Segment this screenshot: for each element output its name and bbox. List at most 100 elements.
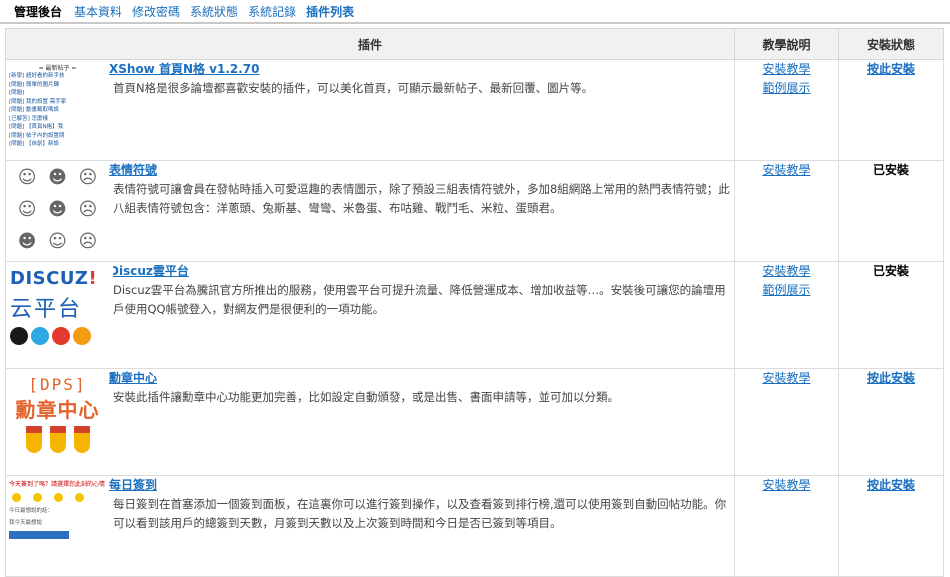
plugin-info: 勳章中心 安裝此插件讓勳章中心功能更加完善，比如設定自動頒發，或是出售、書面申請… (107, 368, 736, 476)
demo-link[interactable]: 範例展示 (735, 79, 838, 98)
signin-line: 今日最想說的話： (9, 508, 54, 514)
plugin-thumbnail: 今天簽到了嗎？請選擇您此刻的心情 今日最想說的話： 我今天最想說 (5, 475, 109, 577)
installed-status: 已安裝 (873, 163, 910, 177)
header-tutorial: 教學說明 (734, 28, 840, 60)
install-tutorial-link[interactable]: 安裝教學 (735, 476, 838, 495)
nav-plugin-list[interactable]: 插件列表 (306, 3, 354, 20)
plugin-description: 每日簽到在首塞添加一個簽到面板，在這裏你可以進行簽到操作，以及查看簽到排行榜,還… (113, 497, 727, 530)
daily-signin-preview: 今天簽到了嗎？請選擇您此刻的心情 今日最想說的話： 我今天最想說 (6, 476, 109, 576)
install-tutorial-link[interactable]: 安裝教學 (735, 262, 838, 281)
nav-basic-info[interactable]: 基本資料 (74, 3, 122, 20)
header-plugin: 插件 (4, 28, 736, 60)
emoticon-icon: ☺ (17, 167, 37, 188)
qq-icon (10, 327, 28, 345)
emoticon-icon: ☹ (78, 167, 98, 188)
medal-icon (25, 426, 42, 453)
plugin-description: 首頁N格是很多論壇都喜歡安裝的插件，可以美化首頁，可顯示最新帖子、最新回覆、圖片… (113, 81, 594, 95)
mood-icon (12, 493, 21, 502)
medal-center-logo: [DPS] 勳章中心 (6, 369, 109, 475)
header-install-status: 安裝狀態 (838, 28, 945, 60)
preview-row: [問題] 帖子內的設置問 (9, 132, 65, 139)
cloud-service-icon (52, 327, 70, 345)
emoticon-icon: ☻ (48, 199, 67, 220)
nav-system-log[interactable]: 系統記錄 (248, 3, 296, 20)
plugin-row: = 最新帖子 = [新學] 超好看的新手技 [問題] 簡單的圖片轉 [問題] [… (5, 59, 945, 161)
table-header-row: 插件 教學說明 安裝狀態 (4, 28, 945, 60)
emoticon-icon: ☺ (17, 199, 37, 220)
weibo-icon (31, 327, 49, 345)
demo-link[interactable]: 範例展示 (735, 281, 838, 300)
discuz-logo-text: DISCUZ! (10, 268, 113, 289)
plugin-row: 今天簽到了嗎？請選擇您此刻的心情 今日最想說的話： 我今天最想說 每日簽到 每日… (5, 475, 945, 577)
status-cell: 按此安裝 (838, 59, 945, 161)
signin-line: 我今天最想說 (9, 520, 43, 526)
plugin-thumbnail: ☺ ☻ ☹ ☺ ☻ ☹ ☻ ☺ ☹ (5, 160, 109, 262)
tutorial-cell: 安裝教學 (734, 160, 840, 262)
install-button[interactable]: 按此安裝 (867, 478, 915, 492)
plugin-name-link[interactable]: XShow 首頁N格 v1.2.70 (109, 60, 260, 77)
tutorial-cell: 安裝教學 範例展示 (734, 261, 840, 369)
discuz-cloud-logo: DISCUZ! 云平台 (6, 262, 113, 368)
tutorial-cell: 安裝教學 (734, 475, 840, 577)
medal-center-text: 勳章中心 (15, 398, 100, 422)
medal-icon (49, 426, 66, 453)
emoticon-icon: ☻ (17, 231, 37, 252)
plugin-info: 表情符號 表情符號可讓會員在發帖時插入可愛逗趣的表情圖示，除了預設三組表情符號外… (107, 160, 736, 262)
manyou-icon (73, 327, 91, 345)
plugin-name-link[interactable]: 勳章中心 (109, 369, 157, 386)
plugin-description: Discuz雲平台為騰訊官方所推出的服務，使用雲平台可提升流量、降低營運成本、增… (113, 283, 726, 316)
plugin-thumbnail: [DPS] 勳章中心 (5, 368, 109, 476)
plugin-description: 安裝此插件讓勳章中心功能更加完善，比如設定自動頒發，或是出售、書面申請等，並可加… (113, 390, 619, 404)
plugin-name-link[interactable]: 表情符號 (109, 161, 157, 178)
preview-row: [問題] 動畫截取嗎設 (9, 107, 60, 113)
admin-brand: 管理後台 (14, 4, 63, 19)
mood-icon (75, 493, 84, 502)
preview-row: [問題] 簡單的圖片轉 (9, 81, 60, 88)
logo-bang: ! (88, 268, 98, 289)
preview-row: [問題] 我的設置 需手家 (9, 98, 67, 105)
plugin-thumbnail: = 最新帖子 = [新學] 超好看的新手技 [問題] 簡單的圖片轉 [問題] [… (5, 59, 109, 161)
logo-main: DISCUZ (10, 268, 89, 289)
plugin-name-link[interactable]: 每日簽到 (109, 476, 157, 493)
top-navigation: 管理後台 基本資料 修改密碼 系統狀態 系統記錄 插件列表 (0, 0, 950, 24)
status-cell: 已安裝 (838, 160, 945, 262)
emoticon-icon: ☺ (48, 231, 67, 252)
plugin-info: XShow 首頁N格 v1.2.70 首頁N格是很多論壇都喜歡安裝的插件，可以美… (107, 59, 736, 161)
mood-icon (33, 493, 42, 502)
xshow-preview-image: = 最新帖子 = [新學] 超好看的新手技 [問題] 簡單的圖片轉 [問題] [… (6, 60, 109, 160)
preview-row: [已解答] 怎麼樣 (9, 115, 49, 122)
install-tutorial-link[interactable]: 安裝教學 (735, 60, 838, 79)
nav-system-status[interactable]: 系統狀態 (190, 3, 238, 20)
plugin-name-link[interactable]: Discuz雲平台 (109, 262, 189, 279)
installed-status: 已安裝 (873, 264, 910, 278)
tutorial-cell: 安裝教學 範例展示 (734, 59, 840, 161)
tutorial-cell: 安裝教學 (734, 368, 840, 476)
preview-row: [問題] (9, 90, 25, 96)
install-button[interactable]: 按此安裝 (867, 62, 915, 76)
status-cell: 已安裝 (838, 261, 945, 369)
preview-row: [問題] 【自創】新設 (9, 141, 60, 147)
medal-icon (73, 426, 90, 453)
emoticon-icon: ☹ (78, 199, 98, 220)
nav-change-password[interactable]: 修改密碼 (132, 3, 180, 20)
plugin-table: 插件 教學說明 安裝狀態 = 最新帖子 = [新學] 超好看的新手技 [問題] … (4, 28, 945, 577)
emoticon-preview-image: ☺ ☻ ☹ ☺ ☻ ☹ ☻ ☺ ☹ (6, 161, 109, 261)
dps-text: [DPS] (28, 375, 87, 394)
plugin-thumbnail: DISCUZ! 云平台 (5, 261, 113, 369)
plugin-info: Discuz雲平台 Discuz雲平台為騰訊官方所推出的服務，使用雲平台可提升流… (107, 261, 736, 369)
plugin-row: DISCUZ! 云平台 Discuz雲平台 Discuz雲平台為騰訊官方所推出的… (5, 261, 945, 369)
install-button[interactable]: 按此安裝 (867, 371, 915, 385)
install-tutorial-link[interactable]: 安裝教學 (735, 369, 838, 388)
install-tutorial-link[interactable]: 安裝教學 (735, 161, 838, 180)
plugin-info: 每日簽到 每日簽到在首塞添加一個簽到面板，在這裏你可以進行簽到操作，以及查看簽到… (107, 475, 736, 577)
status-cell: 按此安裝 (838, 368, 945, 476)
emoticon-icon: ☹ (78, 231, 98, 252)
mood-icon (54, 493, 63, 502)
preview-row: [問題] 【首頁N格】我 (9, 124, 64, 130)
plugin-row: ☺ ☻ ☹ ☺ ☻ ☹ ☻ ☺ ☹ 表情符號 表情符號可讓會員在發帖時插入可愛逗… (5, 160, 945, 262)
plugin-row: [DPS] 勳章中心 勳章中心 安裝此插件讓勳章中心功能更加完善，比如設定自動頒… (5, 368, 945, 476)
plugin-description: 表情符號可讓會員在發帖時插入可愛逗趣的表情圖示，除了預設三組表情符號外，多加8組… (113, 182, 730, 215)
status-cell: 按此安裝 (838, 475, 945, 577)
preview-row: [新學] 超好看的新手技 (9, 73, 65, 79)
signin-bar (9, 531, 69, 539)
